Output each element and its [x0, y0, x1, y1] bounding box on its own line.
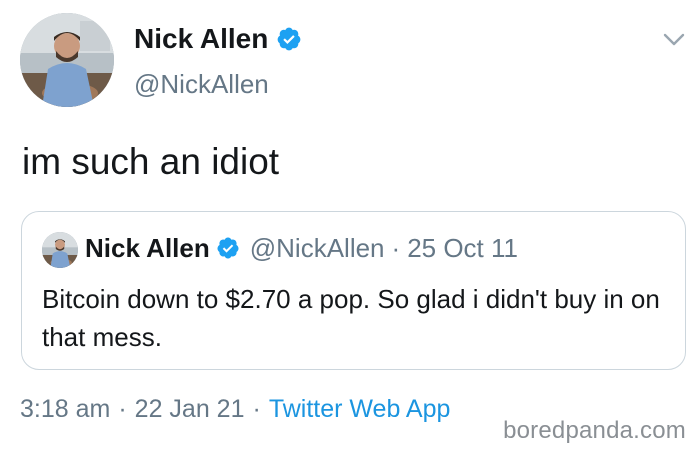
quoted-author-name: Nick Allen [85, 233, 210, 263]
tweet-source-link[interactable]: Twitter Web App [269, 395, 451, 423]
verified-badge-icon [277, 27, 301, 51]
quoted-tweet-text: Bitcoin down to $2.70 a pop. So glad i d… [42, 284, 660, 352]
tweet-footer: 3:18 am · 22 Jan 21 · Twitter Web App [20, 392, 450, 426]
quoted-tweet-date: 25 Oct 11 [407, 233, 518, 263]
author-name[interactable]: Nick Allen [134, 22, 268, 56]
avatar-photo [20, 13, 114, 107]
verified-badge-icon [217, 237, 239, 259]
quoted-author-avatar [42, 232, 78, 268]
quoted-tweet-header: Nick Allen @NickAllen · 25 Oct 11 [85, 231, 518, 265]
author-avatar[interactable] [20, 13, 114, 107]
chevron-down-icon[interactable] [662, 30, 686, 50]
author-handle[interactable]: @NickAllen [134, 68, 269, 100]
watermark: boredpanda.com [503, 417, 686, 444]
tweet-date[interactable]: 22 Jan 21 [135, 395, 245, 423]
separator-dot: · [391, 233, 401, 263]
separator-dot: · [118, 395, 127, 423]
author-name-row[interactable]: Nick Allen [134, 22, 302, 56]
separator-dot: · [252, 395, 261, 423]
tweet-text: im such an idiot [22, 141, 280, 182]
quoted-author-handle: @NickAllen [249, 233, 385, 263]
quoted-tweet[interactable]: Nick Allen @NickAllen · 25 Oct 11 Bitcoi… [21, 211, 686, 370]
tweet-timestamp[interactable]: 3:18 am [20, 395, 110, 423]
avatar-photo [42, 232, 78, 268]
tweet-card: Nick Allen @NickAllen im such an idiot N… [0, 0, 700, 452]
